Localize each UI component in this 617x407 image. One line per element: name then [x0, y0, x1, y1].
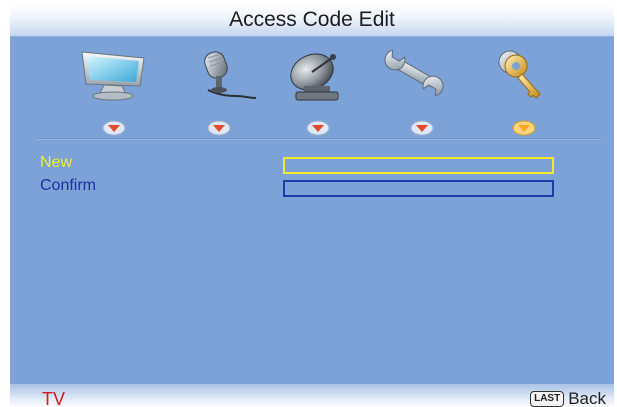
channel-icon[interactable]: [282, 46, 354, 104]
lock-icon[interactable]: [486, 46, 558, 104]
channel-arrow-icon: [306, 120, 330, 136]
page-title: Access Code Edit: [229, 8, 395, 31]
back-label: Back: [568, 389, 606, 407]
menu-divider: [36, 138, 602, 140]
back-button[interactable]: LAST Back: [530, 389, 606, 407]
new-code-field[interactable]: [283, 157, 554, 174]
confirm-code-field[interactable]: [283, 180, 554, 197]
lock-arrow-icon: [512, 120, 536, 136]
last-key-badge: LAST: [530, 391, 565, 407]
setup-arrow-icon: [410, 120, 434, 136]
footer-bar: [10, 384, 614, 407]
title-bar: Access Code Edit: [10, 4, 614, 37]
input-source-label: TV: [42, 389, 66, 407]
picture-icon[interactable]: [78, 46, 150, 102]
tv-menu-screen: Access Code Edit New Confirm TV LAST Bac…: [10, 4, 614, 407]
setup-icon[interactable]: [378, 44, 450, 102]
confirm-code-label: Confirm: [40, 177, 97, 194]
new-code-label: New: [40, 154, 73, 171]
audio-icon[interactable]: [186, 46, 258, 102]
picture-arrow-icon: [102, 120, 126, 136]
audio-arrow-icon: [207, 120, 231, 136]
